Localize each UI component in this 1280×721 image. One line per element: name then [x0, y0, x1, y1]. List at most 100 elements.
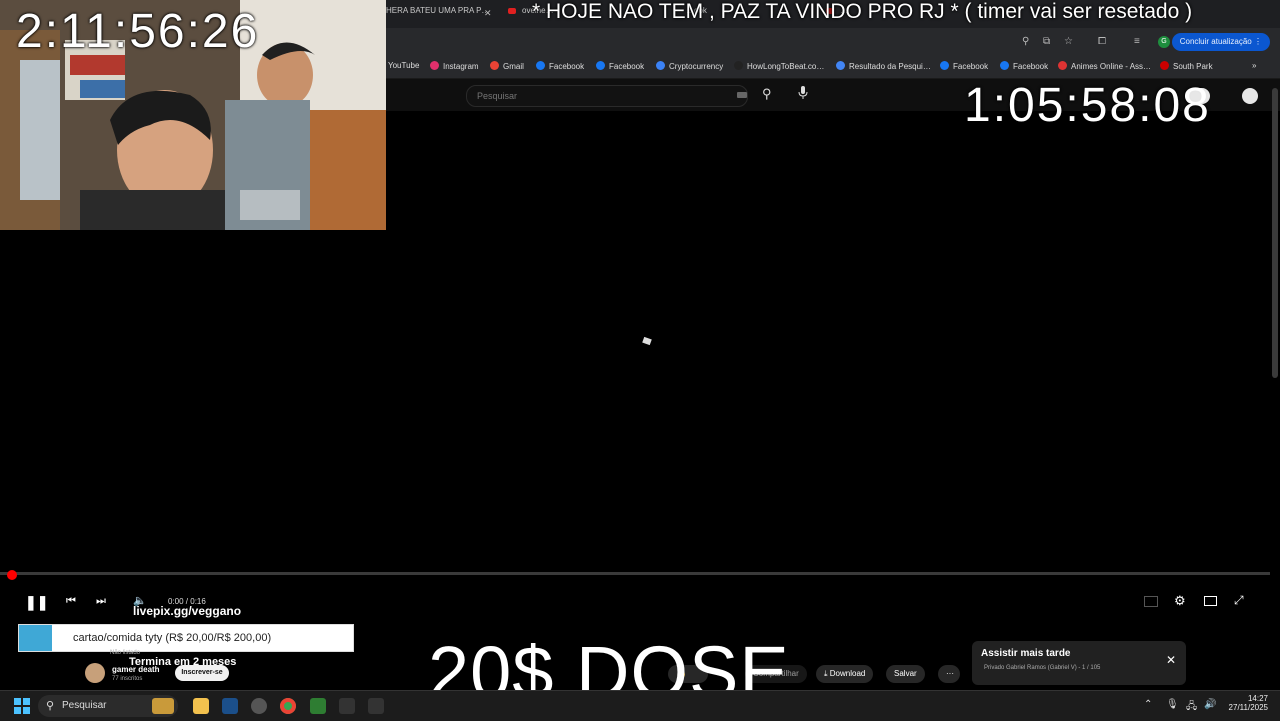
- chrome-icon[interactable]: [280, 698, 296, 714]
- windows-taskbar: ⚲ Pesquisar ⌃ 🎙 🖧 🔊 14:27 27/11/2025: [0, 690, 1280, 721]
- bookmark-item[interactable]: Resultado da Pesqui…: [836, 61, 931, 71]
- bookmark-item[interactable]: Facebook: [940, 61, 988, 71]
- marquee-text: * HOJE NAO TEM , PAZ TA VINDO PRO RJ * (…: [532, 0, 1193, 23]
- taskbar-search[interactable]: ⚲ Pesquisar: [38, 695, 178, 717]
- bookmark-item[interactable]: Facebook: [1000, 61, 1048, 71]
- donation-goal-text: cartao/comida tyty (R$ 20,00/R$ 200,00): [73, 632, 272, 644]
- subscribe-button[interactable]: Inscrever-se: [175, 665, 229, 681]
- bookmark-item[interactable]: Instagram: [430, 61, 479, 71]
- progress-scrubber[interactable]: [7, 570, 17, 580]
- update-button[interactable]: Concluir atualização ⋮: [1171, 33, 1270, 51]
- bookmark-item[interactable]: Cryptocurrency: [656, 61, 723, 71]
- bookmark-item[interactable]: Animes Online - Ass…: [1058, 61, 1151, 71]
- keyboard-icon[interactable]: [737, 92, 747, 98]
- browser-toolbar: ⚲ ⧉ ☆ ⧠ ≡ G Concluir atualização ⋮: [386, 28, 1280, 56]
- mouse-cursor-icon: [642, 336, 652, 346]
- close-panel-icon[interactable]: ✕: [1166, 653, 1176, 667]
- next-icon[interactable]: ⏭: [96, 595, 106, 608]
- app-icon[interactable]: [251, 698, 267, 714]
- close-tab-icon[interactable]: ✕: [484, 8, 492, 19]
- search-box: [466, 85, 748, 107]
- media-control-icon[interactable]: ≡: [1134, 36, 1140, 47]
- bookmark-item[interactable]: HowLongToBeat.co…: [734, 61, 824, 71]
- tray-chevron-icon[interactable]: ⌃: [1144, 699, 1152, 710]
- more-bookmarks-icon[interactable]: »: [1252, 61, 1256, 70]
- bookmark-favicon-icon: [1000, 61, 1009, 70]
- pause-icon[interactable]: ❚❚: [25, 594, 48, 611]
- watch-later-panel: Assistir mais tarde Privado Gabriel Ramo…: [972, 641, 1186, 685]
- watch-later-title[interactable]: Assistir mais tarde: [981, 648, 1071, 659]
- bookmark-label: Facebook: [549, 62, 585, 71]
- search-input[interactable]: [475, 90, 719, 102]
- webcam-timer: 2:11:56:26: [16, 5, 260, 58]
- bookmark-label: Facebook: [609, 62, 645, 71]
- bookmark-label: Instagram: [443, 62, 479, 71]
- subscriber-count: 77 inscritos: [112, 676, 143, 682]
- bookmark-item[interactable]: Facebook: [536, 61, 584, 71]
- microphone-icon[interactable]: [798, 86, 808, 100]
- app-icon[interactable]: [310, 698, 326, 714]
- taskbar-clock[interactable]: 14:27 27/11/2025: [1229, 694, 1268, 712]
- file-explorer-icon[interactable]: [193, 698, 209, 714]
- bookmark-label: HowLongToBeat.co…: [747, 62, 825, 71]
- bookmark-label: Resultado da Pesqui…: [849, 62, 931, 71]
- donation-goal-bar: cartao/comida tyty (R$ 20,00/R$ 200,00): [18, 624, 354, 652]
- taskbar-search-label: Pesquisar: [62, 700, 107, 711]
- clock-time: 14:27: [1247, 694, 1268, 703]
- bookmark-label: Facebook: [1013, 62, 1049, 71]
- download-button[interactable]: ⤓ Download: [816, 665, 874, 683]
- bookmark-favicon-icon: [430, 61, 439, 70]
- subtitles-icon[interactable]: [1144, 596, 1158, 607]
- bookmark-favicon-icon: [490, 61, 499, 70]
- theater-mode-icon[interactable]: [1204, 596, 1217, 606]
- save-button[interactable]: Salvar: [886, 665, 925, 683]
- microphone-icon[interactable]: 🎙: [1166, 699, 1179, 710]
- bookmark-item[interactable]: Facebook: [596, 61, 644, 71]
- search-highlight-icon: [152, 698, 174, 714]
- bookmark-label: Facebook: [953, 62, 989, 71]
- windows-start-icon[interactable]: [14, 698, 30, 714]
- zoom-icon[interactable]: ⚲: [1022, 36, 1029, 47]
- bookmark-star-icon[interactable]: ☆: [1064, 36, 1073, 47]
- fullscreen-icon[interactable]: ⤢: [1234, 593, 1244, 608]
- volume-icon[interactable]: 🔊: [1204, 699, 1216, 710]
- profile-avatar[interactable]: G: [1158, 36, 1170, 48]
- clock-date: 27/11/2025: [1228, 703, 1268, 712]
- network-icon[interactable]: 🖧: [1186, 699, 1197, 716]
- bookmark-label: South Park: [1173, 62, 1213, 71]
- bookmark-favicon-icon: [940, 61, 949, 70]
- bookmark-label: YouTube: [388, 61, 420, 70]
- bookmark-item[interactable]: YouTube: [388, 61, 419, 70]
- tab-1[interactable]: HERA BATEU UMA PRA P…: [386, 6, 486, 22]
- previous-icon[interactable]: ⏮: [66, 595, 76, 608]
- loading-dots-icon: [1188, 88, 1210, 104]
- youtube-favicon-icon: [508, 7, 516, 14]
- bookmark-favicon-icon: [734, 61, 743, 70]
- bookmark-favicon-icon: [836, 61, 845, 70]
- stream-timer: 1:05:58:08: [964, 79, 1211, 132]
- bookmark-favicon-icon: [1160, 61, 1169, 70]
- settings-gear-icon[interactable]: ⚙: [1174, 593, 1186, 609]
- install-icon[interactable]: ⧉: [1043, 36, 1050, 47]
- search-icon[interactable]: ⚲: [762, 86, 772, 102]
- page-scrollbar[interactable]: [1272, 88, 1278, 378]
- bookmark-item[interactable]: Gmail: [490, 61, 524, 71]
- livepix-overlay: livepix.gg/veggano: [133, 604, 242, 618]
- bookmark-label: Animes Online - Ass…: [1071, 62, 1152, 71]
- bookmark-favicon-icon: [656, 61, 665, 70]
- bookmarks-bar: YouTube Instagram Gmail Facebook Facebook Cry…: [386, 56, 1280, 79]
- channel-avatar[interactable]: [85, 663, 105, 683]
- app-icon[interactable]: [339, 698, 355, 714]
- bookmark-favicon-icon: [596, 61, 605, 70]
- bookmark-label: Gmail: [503, 62, 524, 71]
- bookmark-item[interactable]: South Park: [1160, 61, 1213, 71]
- video-progress-bar[interactable]: [0, 572, 1270, 575]
- bookmark-favicon-icon: [536, 61, 545, 70]
- steam-icon[interactable]: [222, 698, 238, 714]
- loading-dots-icon: [1242, 88, 1258, 104]
- donation-goal-fill: [19, 625, 53, 651]
- more-actions-icon[interactable]: ···: [938, 665, 960, 683]
- extensions-icon[interactable]: ⧠: [1098, 36, 1106, 47]
- bookmark-label: Cryptocurrency: [669, 62, 724, 71]
- app-icon[interactable]: [368, 698, 384, 714]
